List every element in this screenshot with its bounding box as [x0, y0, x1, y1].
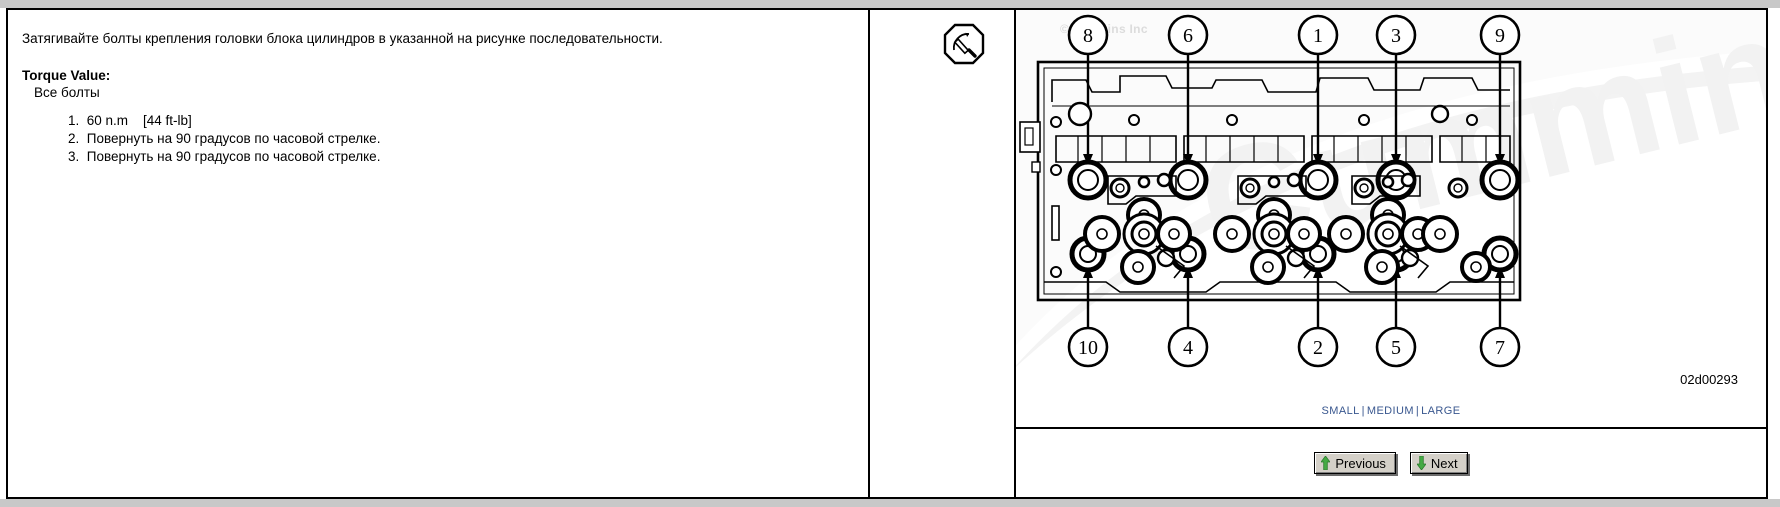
link-medium[interactable]: MEDIUM: [1367, 405, 1414, 417]
content-table: Затягивайте болты крепления головки блок…: [6, 8, 1768, 499]
svg-text:10: 10: [1078, 337, 1098, 359]
window-chrome-top: [0, 0, 1780, 8]
next-button[interactable]: Next: [1409, 452, 1468, 474]
navigation-row: Previous Next: [1016, 429, 1766, 497]
svg-text:4: 4: [1183, 337, 1193, 359]
figure-column: Cummins ©Cummins Inc: [1016, 10, 1766, 497]
svg-text:6: 6: [1183, 25, 1193, 47]
icon-column: [870, 10, 1016, 497]
arrow-up-icon: [1320, 455, 1332, 471]
cylinder-head-diagram: 8 6 1 3 9 10 4 2 5 7: [1019, 14, 1522, 368]
list-item: 2. Повернуть на 90 градусов по часовой с…: [68, 131, 381, 147]
svg-text:9: 9: [1495, 25, 1505, 47]
svg-text:3: 3: [1391, 25, 1401, 47]
link-large[interactable]: LARGE: [1421, 405, 1460, 417]
link-small[interactable]: SMALL: [1322, 405, 1360, 417]
list-item: 1. 60 n.m [44 ft-lb]: [68, 113, 192, 129]
arrow-down-icon: [1416, 455, 1427, 471]
image-size-links-row: SMALL | MEDIUM | LARGE: [1016, 395, 1766, 429]
svg-text:2: 2: [1313, 337, 1323, 359]
link-separator-1: |: [1361, 405, 1365, 417]
torque-wrench-icon: [942, 22, 986, 66]
previous-button-label: Previous: [1335, 455, 1386, 471]
window-chrome-bottom: [0, 499, 1780, 507]
svg-text:1: 1: [1313, 25, 1323, 47]
list-item: 3. Повернуть на 90 градусов по часовой с…: [68, 148, 381, 164]
next-button-label: Next: [1430, 455, 1458, 471]
figure-area: Cummins ©Cummins Inc: [1016, 10, 1766, 395]
instruction-text: Затягивайте болты крепления головки блок…: [22, 31, 663, 46]
torque-step-list: 1. 60 n.m [44 ft-lb] 2. Повернуть на 90 …: [22, 112, 854, 165]
svg-text:5: 5: [1391, 337, 1401, 359]
torque-value-heading: Torque Value:: [22, 68, 111, 84]
svg-text:8: 8: [1083, 25, 1093, 47]
svg-text:7: 7: [1495, 337, 1505, 359]
page-root: Затягивайте болты крепления головки блок…: [0, 0, 1780, 507]
size-links: SMALL | MEDIUM | LARGE: [1322, 405, 1461, 417]
figure-id-label: 02d00293: [1680, 372, 1738, 387]
previous-button[interactable]: Previous: [1314, 452, 1396, 474]
instruction-column: Затягивайте болты крепления головки блок…: [8, 10, 870, 497]
torque-value-subject: Все болты: [34, 85, 100, 101]
